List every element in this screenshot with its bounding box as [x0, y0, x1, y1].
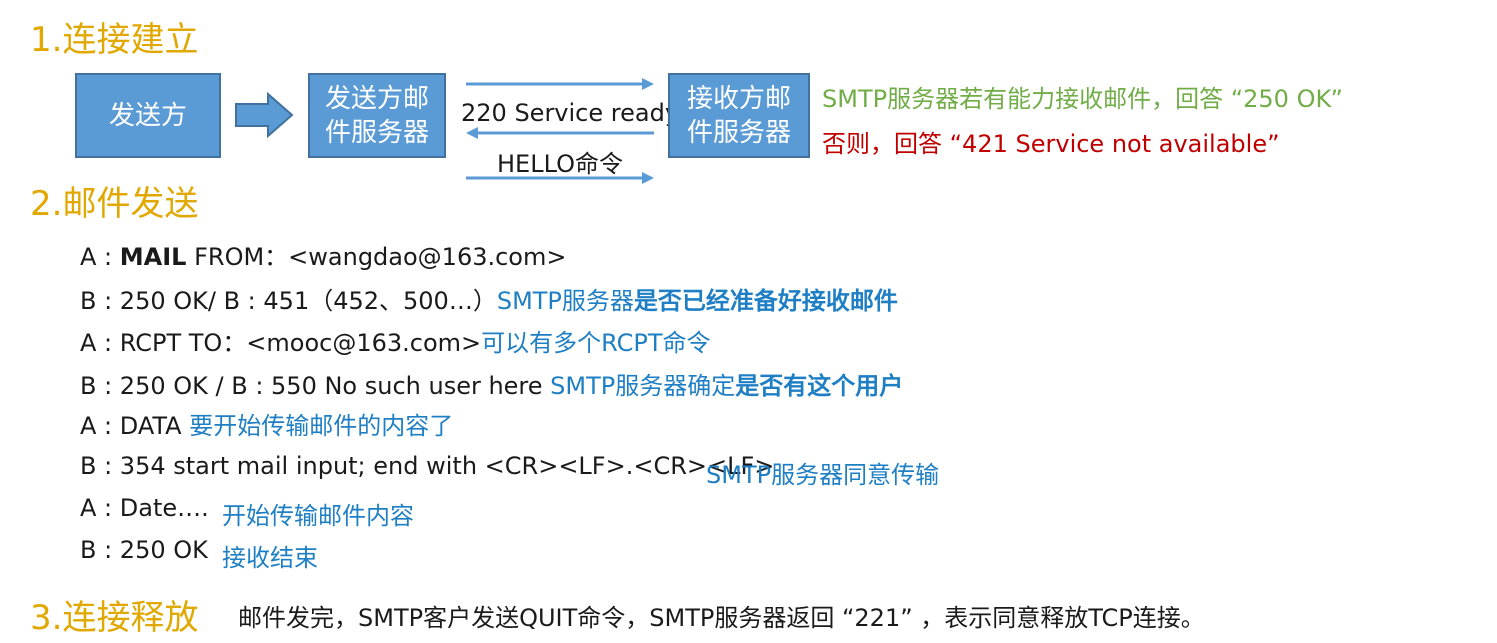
sender-server-label-2: 件服务器 — [324, 117, 429, 148]
command-line-6: B : 354 start mail input; end with <CR><… — [80, 452, 774, 480]
sender-server-label-1: 发送方邮 — [324, 83, 429, 114]
command-line-2: B : 250 OK/ B : 451（452、500…）SMTP服务器是否已经… — [80, 281, 898, 316]
right-block-arrow-icon — [235, 92, 294, 138]
section3-heading: 3.连接释放 — [30, 598, 199, 638]
command-line-7-note: 开始传输邮件内容 — [222, 502, 414, 530]
command-prefix: B : 250 OK/ B : 451（452、500…） — [80, 287, 497, 315]
sender-box: 发送方 — [75, 73, 221, 158]
command-note: SMTP服务器确定 — [550, 372, 736, 400]
command-line-8-note: 接收结束 — [222, 544, 318, 572]
sender-server-box: 发送方邮 件服务器 — [308, 73, 446, 158]
command-line-7: A : Date…. — [80, 494, 209, 522]
service-ready-label: 220 Service ready — [461, 99, 680, 127]
command-line-6-note: SMTP服务器同意传输 — [706, 461, 940, 489]
command-line-4: B : 250 OK / B : 550 No such user here S… — [80, 366, 903, 401]
command-prefix: A : Date…. — [80, 494, 209, 522]
receiver-server-label-1: 接收方邮 — [686, 83, 791, 114]
arrow-right-icon-2 — [642, 172, 654, 184]
reply-fail-text: 否则，回答 “421 Service not available” — [822, 130, 1280, 158]
command-note-bold: 是否有这个用户 — [735, 372, 904, 400]
section2-heading: 2.邮件发送 — [30, 184, 199, 224]
receiver-server-box: 接收方邮 件服务器 — [668, 73, 810, 158]
command-prefix: B : 250 OK / B : 550 No such user here — [80, 372, 551, 400]
receiver-server-label-2: 件服务器 — [686, 117, 791, 148]
command-note-bold: 是否已经准备好接收邮件 — [633, 287, 898, 315]
command-line-8: B : 250 OK — [80, 536, 208, 564]
command-prefix: B : 250 OK — [80, 536, 208, 564]
hello-command-label: HELLO命令 — [497, 150, 623, 178]
command-note: 要开始传输邮件的内容了 — [189, 412, 454, 440]
command-keyword: MAIL — [119, 243, 187, 271]
command-note: 可以有多个RCPT命令 — [481, 329, 711, 357]
command-rest: FROM：<wangdao@163.com> — [186, 243, 567, 271]
command-line-1: A : MAIL FROM：<wangdao@163.com> — [80, 237, 566, 272]
command-line-5: A : DATA 要开始传输邮件的内容了 — [80, 406, 453, 441]
command-line-3: A : RCPT TO：<mooc@163.com>可以有多个RCPT命令 — [80, 323, 711, 358]
command-prefix: A : — [80, 243, 120, 271]
release-description: 邮件发完，SMTP客户发送QUIT命令，SMTP服务器返回 “221” ，表示同… — [238, 604, 1205, 632]
command-note: SMTP服务器 — [496, 287, 634, 315]
arrow-left-icon — [466, 127, 478, 139]
command-prefix: A : RCPT TO：<mooc@163.com> — [80, 329, 482, 357]
reply-ok-text: SMTP服务器若有能力接收邮件，回答 “250 OK” — [822, 85, 1343, 113]
arrow-right-icon — [642, 78, 654, 90]
command-prefix: A : DATA — [80, 412, 190, 440]
section1-heading: 1.连接建立 — [30, 20, 199, 60]
sender-label: 发送方 — [108, 100, 187, 131]
command-prefix: B : 354 start mail input; end with <CR><… — [80, 452, 775, 480]
